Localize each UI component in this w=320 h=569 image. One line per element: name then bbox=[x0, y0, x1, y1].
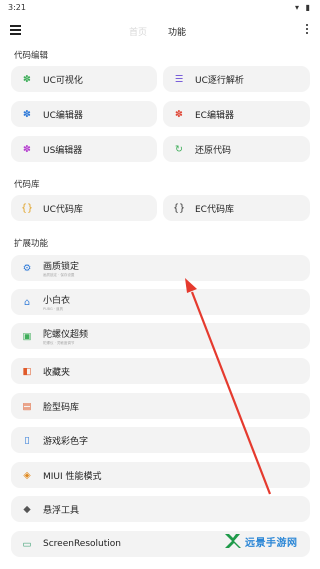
card-miui-performance[interactable]: ◈ MIUI 性能模式 bbox=[11, 462, 310, 488]
card-label: 脸型码库 bbox=[43, 402, 80, 413]
card-sublabel: PUBG · 道具 bbox=[43, 306, 64, 311]
layers-icon: ◆ bbox=[23, 503, 31, 515]
hamburger-menu-icon[interactable] bbox=[10, 25, 21, 35]
card-label: 还原代码 bbox=[195, 145, 232, 156]
card-uc-visual[interactable]: ✽ UC可视化 bbox=[11, 66, 157, 92]
card-uc-line-parse[interactable]: ☰ UC逐行解析 bbox=[163, 66, 310, 92]
restore-icon: ↻ bbox=[175, 143, 183, 155]
card-label: UC代码库 bbox=[43, 204, 83, 215]
card-label: UC逐行解析 bbox=[195, 75, 244, 86]
section-title-extensions: 扩展功能 bbox=[14, 239, 49, 249]
quality-icon: ⚙ bbox=[22, 262, 32, 274]
watermark: 远景手游网 bbox=[224, 530, 316, 552]
card-floating-tools[interactable]: ◆ 悬浮工具 bbox=[11, 496, 310, 522]
card-uc-editor[interactable]: ✽ UC编辑器 bbox=[11, 101, 157, 127]
hanger-icon: ⌂ bbox=[23, 296, 31, 308]
watermark-text: 远景手游网 bbox=[245, 537, 298, 549]
card-label: 画质锁定 bbox=[43, 261, 80, 272]
card-uc-library[interactable]: {} UC代码库 bbox=[11, 195, 157, 221]
clipboard-icon: ▯ bbox=[24, 434, 30, 446]
puzzle-icon: ✽ bbox=[23, 143, 31, 155]
section-title-code-editor: 代码编辑 bbox=[14, 51, 49, 61]
system-icons: ▾ ▮ bbox=[295, 3, 312, 12]
watermark-logo-icon bbox=[224, 532, 242, 550]
card-xiaobaiyi[interactable]: ⌂ 小白衣 PUBG · 道具 bbox=[11, 289, 310, 315]
card-label: EC代码库 bbox=[195, 204, 234, 215]
card-game-color-text[interactable]: ▯ 游戏彩色字 bbox=[11, 427, 310, 453]
chip-icon: ▣ bbox=[22, 330, 32, 342]
app-bar: 首页 功能 bbox=[0, 18, 320, 44]
card-label: MIUI 性能模式 bbox=[43, 471, 102, 482]
card-label: 陀螺仪超频 bbox=[43, 329, 89, 340]
card-gyro-overclock[interactable]: ▣ 陀螺仪超频 陀螺仪 · 灵敏度调节 bbox=[11, 323, 310, 349]
tab-home[interactable]: 首页 bbox=[129, 25, 147, 38]
section-title-code-library: 代码库 bbox=[14, 180, 40, 190]
status-time: 3:21 bbox=[8, 3, 26, 12]
card-favorites[interactable]: ◧ 收藏夹 bbox=[11, 358, 310, 384]
braces-icon: {} bbox=[172, 202, 186, 214]
card-label: 小白衣 bbox=[43, 295, 71, 306]
card-label: 收藏夹 bbox=[43, 367, 71, 378]
card-ec-library[interactable]: {} EC代码库 bbox=[163, 195, 310, 221]
card-sublabel: 陀螺仪 · 灵敏度调节 bbox=[43, 340, 75, 345]
card-us-editor[interactable]: ✽ US编辑器 bbox=[11, 136, 157, 162]
status-bar: 3:21 ▾ ▮ bbox=[0, 0, 320, 16]
card-restore-code[interactable]: ↻ 还原代码 bbox=[163, 136, 310, 162]
office-icon: ◧ bbox=[22, 365, 32, 377]
card-label: 悬浮工具 bbox=[43, 505, 80, 516]
screen-icon: ▭ bbox=[22, 538, 32, 550]
braces-icon: {} bbox=[20, 202, 34, 214]
card-label: UC编辑器 bbox=[43, 110, 83, 121]
card-label: US编辑器 bbox=[43, 145, 83, 156]
list-icon: ☰ bbox=[174, 73, 184, 85]
performance-icon: ◈ bbox=[23, 469, 31, 481]
puzzle-icon: ✽ bbox=[23, 108, 31, 120]
card-label: EC编辑器 bbox=[195, 110, 234, 121]
card-face-library[interactable]: ▤ 脸型码库 bbox=[11, 393, 310, 419]
puzzle-icon: ✽ bbox=[175, 108, 183, 120]
card-sublabel: 画质锁定 · 保存设置 bbox=[43, 272, 75, 277]
face-icon: ▤ bbox=[22, 400, 32, 412]
card-quality-lock[interactable]: ⚙ 画质锁定 画质锁定 · 保存设置 bbox=[11, 255, 310, 281]
more-options-icon[interactable] bbox=[306, 24, 309, 36]
puzzle-icon: ✽ bbox=[23, 73, 31, 85]
card-label: 游戏彩色字 bbox=[43, 436, 89, 447]
card-label: ScreenResolution bbox=[43, 539, 121, 549]
tab-functions[interactable]: 功能 bbox=[168, 25, 186, 38]
card-ec-editor[interactable]: ✽ EC编辑器 bbox=[163, 101, 310, 127]
card-label: UC可视化 bbox=[43, 75, 83, 86]
